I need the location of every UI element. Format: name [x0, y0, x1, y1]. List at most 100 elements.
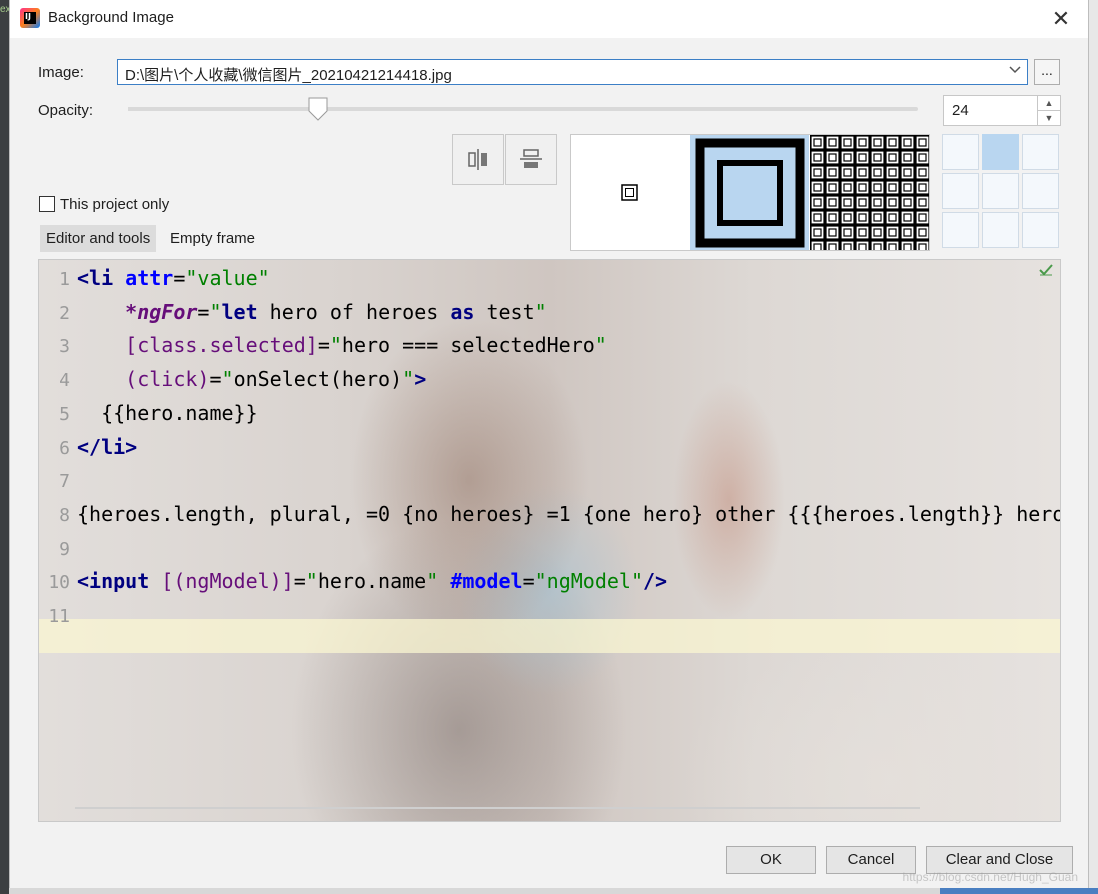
- background-window-right: [1089, 0, 1098, 894]
- code-token: attr: [125, 266, 174, 290]
- opacity-value[interactable]: 24: [952, 102, 969, 119]
- background-taskbar-accent: [940, 888, 1098, 894]
- code-token: =: [522, 569, 535, 594]
- line-number: 4: [59, 370, 70, 392]
- opacity-spinner[interactable]: 24 ▲ ▼: [943, 95, 1061, 126]
- intellij-app-icon: IJ: [20, 8, 40, 28]
- scale-fill-icon: [695, 138, 805, 248]
- close-icon[interactable]: ✕: [1046, 4, 1076, 34]
- code-token: =: [209, 367, 222, 392]
- code-token: onSelect(hero): [233, 367, 403, 392]
- tab-empty-frame[interactable]: Empty frame: [164, 225, 261, 252]
- code-line: {{hero.name}}: [77, 401, 258, 425]
- anchor-grid: [942, 134, 1062, 251]
- anchor-middle-left[interactable]: [942, 173, 979, 209]
- line-number: 7: [59, 471, 70, 493]
- dialog-title: Background Image: [48, 9, 174, 26]
- anchor-bottom-right[interactable]: [1022, 212, 1059, 248]
- code-token: [class.selected]: [125, 333, 318, 358]
- anchor-top-left[interactable]: [942, 134, 979, 170]
- opacity-slider-fill: [128, 107, 318, 111]
- opacity-slider-thumb[interactable]: [308, 97, 328, 121]
- code-token: hero.name: [317, 569, 427, 594]
- ok-button[interactable]: OK: [726, 846, 816, 874]
- code-token: <input: [77, 569, 162, 594]
- code-token: #model: [450, 569, 523, 594]
- code-token: ": [534, 299, 547, 324]
- code-token: ": [305, 569, 318, 594]
- spinner-up-icon[interactable]: ▲: [1037, 96, 1060, 111]
- anchor-bottom-left[interactable]: [942, 212, 979, 248]
- code-token: =: [317, 333, 330, 358]
- code-token: ": [426, 569, 439, 594]
- code-token: [(ngModel)]: [161, 569, 294, 594]
- flip-vertical-icon: [520, 149, 542, 168]
- anchor-top-right[interactable]: [1022, 134, 1059, 170]
- code-token: "ngModel": [534, 569, 643, 594]
- current-line-highlight: [39, 619, 1060, 653]
- project-only-label[interactable]: This project only: [60, 196, 169, 213]
- line-number: 3: [59, 336, 70, 358]
- chevron-down-icon[interactable]: [1009, 63, 1021, 80]
- code-token: =: [293, 569, 306, 594]
- anchor-center[interactable]: [982, 173, 1019, 209]
- line-number: 5: [59, 403, 70, 425]
- anchor-top-center[interactable]: [982, 134, 1019, 170]
- code-token: let: [221, 299, 258, 324]
- tab-editor-and-tools[interactable]: Editor and tools: [40, 225, 157, 252]
- code-token: =: [197, 299, 210, 324]
- code-token: hero: [257, 299, 330, 324]
- code-token: ": [221, 367, 234, 392]
- line-number: 6: [59, 437, 70, 459]
- anchor-middle-right[interactable]: [1022, 173, 1059, 209]
- spinner-down-icon[interactable]: ▼: [1037, 111, 1060, 125]
- code-token: of: [329, 299, 354, 324]
- code-token: />: [642, 569, 668, 594]
- code-token: <li: [77, 266, 126, 290]
- anchor-bottom-center[interactable]: [982, 212, 1019, 248]
- opacity-slider-track[interactable]: [128, 107, 918, 111]
- center-fill-icon: [621, 184, 638, 201]
- image-path-value: D:\图片\个人收藏\微信图片_20210421214418.jpg: [125, 67, 452, 84]
- project-only-checkbox[interactable]: [39, 196, 55, 212]
- fill-center-option[interactable]: [571, 135, 689, 250]
- code-token: "value": [185, 266, 270, 290]
- line-number-gutter: 1 2 3 4 5 6 7 8 9 10 11: [39, 260, 75, 821]
- code-token: as: [450, 299, 475, 324]
- code-line: *ngFor="let hero of heroes as test": [77, 300, 547, 324]
- watermark: https://blog.csdn.net/Hugh_Guan: [902, 870, 1078, 884]
- line-number: 10: [48, 572, 70, 594]
- image-path-combobox[interactable]: D:\图片\个人收藏\微信图片_20210421214418.jpg: [117, 59, 1028, 85]
- code-line: <input [(ngModel)]="hero.name" #model="n…: [77, 569, 667, 593]
- background-left-text: ex: [0, 4, 9, 15]
- flip-horizontal-icon: [468, 149, 487, 170]
- code-token: ": [594, 333, 607, 358]
- code-line: [class.selected]="hero === selectedHero": [77, 333, 607, 357]
- horizontal-scrollbar[interactable]: [75, 807, 920, 809]
- flip-horizontal-button[interactable]: [452, 134, 504, 185]
- fill-mode-panel: [570, 134, 930, 251]
- code-token: test: [474, 299, 535, 324]
- code-token: *ngFor: [125, 299, 198, 324]
- inspection-ok-icon: [1038, 263, 1054, 280]
- flip-vertical-button[interactable]: [505, 134, 557, 185]
- code-token: >: [414, 367, 427, 392]
- code-token: </li>: [77, 434, 138, 459]
- line-number: 9: [59, 538, 70, 560]
- code-line: (click)="onSelect(hero)">: [77, 367, 426, 391]
- code-token: heroes: [353, 299, 451, 324]
- title-bar: IJ Background Image ✕: [10, 0, 1088, 38]
- browse-button[interactable]: ...: [1034, 59, 1060, 85]
- code-token: ": [329, 333, 342, 358]
- code-line: <li attr="value": [77, 266, 270, 290]
- code-token: ": [402, 367, 415, 392]
- code-token: hero === selectedHero: [341, 333, 595, 358]
- fill-tile-option[interactable]: [810, 135, 929, 250]
- code-token: (click): [125, 367, 210, 392]
- fill-scale-option[interactable]: [690, 135, 809, 250]
- line-number: 11: [48, 606, 70, 627]
